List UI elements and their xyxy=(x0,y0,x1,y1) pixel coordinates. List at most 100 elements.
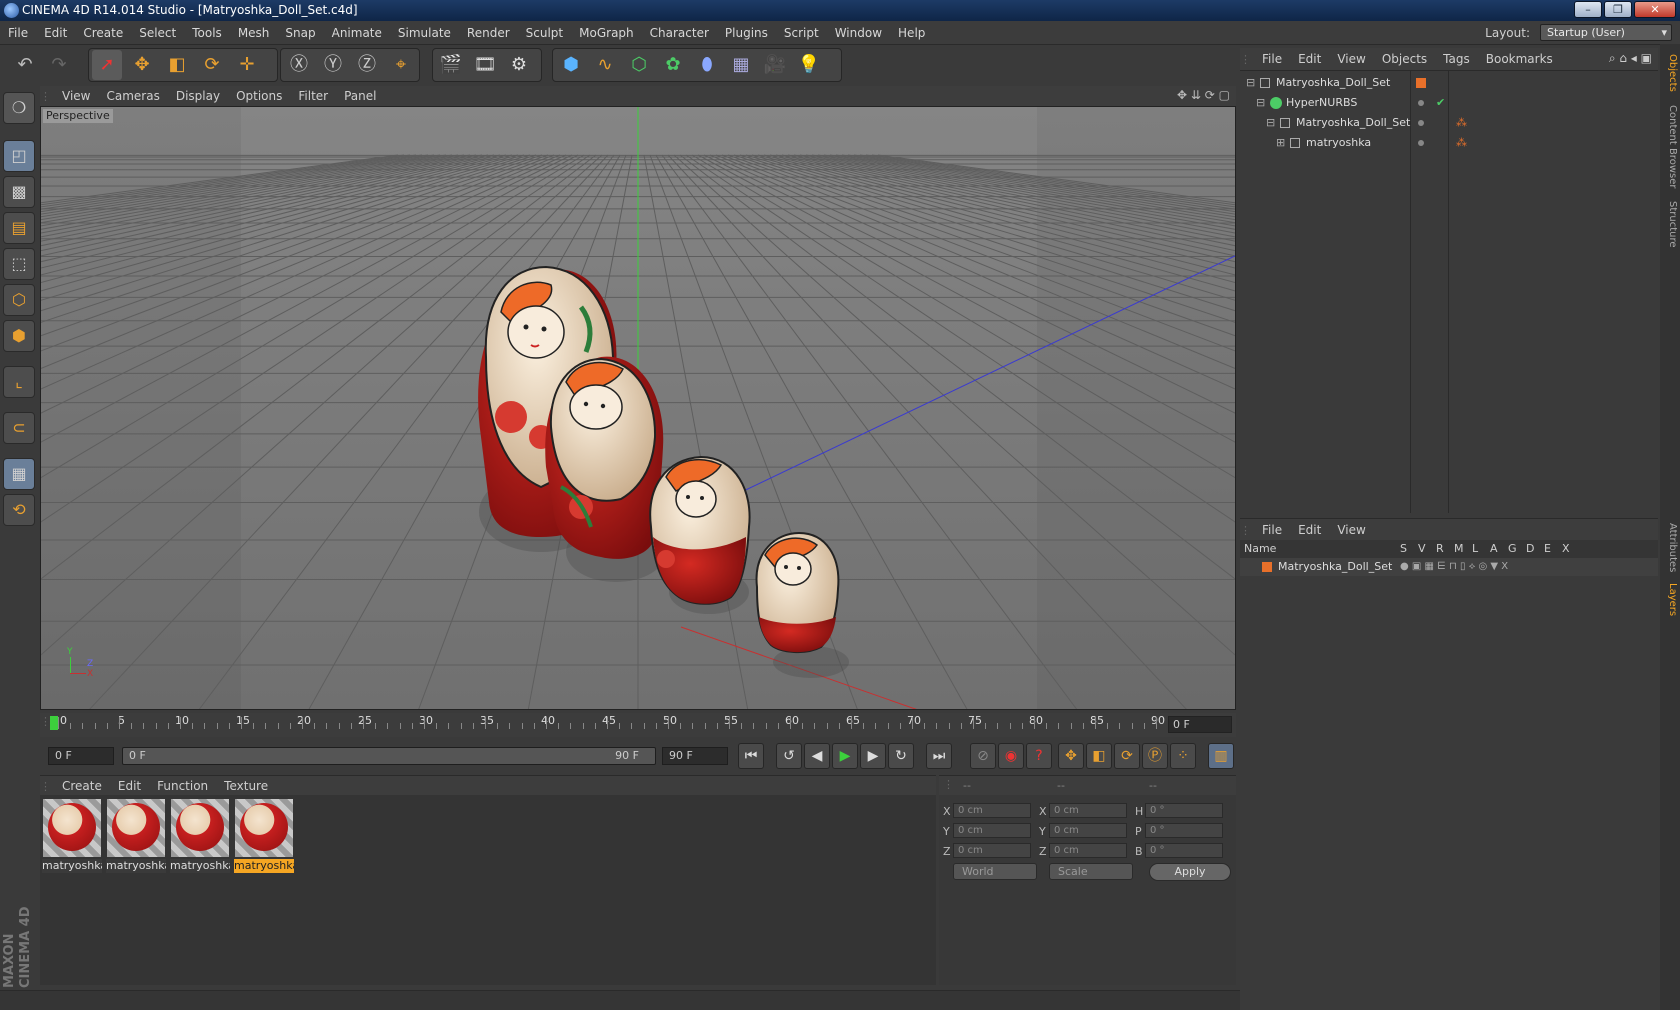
viewport-menu-cameras[interactable]: Cameras xyxy=(98,86,167,106)
collapse-icon[interactable]: ⊟ xyxy=(1256,93,1265,113)
mograph-icon[interactable]: ✿ xyxy=(658,50,688,80)
rotate-icon[interactable]: ⟳ xyxy=(197,50,227,80)
menu-mograph[interactable]: MoGraph xyxy=(571,21,642,45)
object-row[interactable]: ⊟ Matryoshka_Doll_Set ⁂ xyxy=(1240,113,1658,133)
object-row[interactable]: ⊟ HyperNURBS ✔ xyxy=(1240,93,1658,113)
render-settings-icon[interactable]: ⚙ xyxy=(504,50,534,80)
rotation-b-field[interactable]: 0 ° xyxy=(1145,843,1223,858)
viewport-menu-filter[interactable]: Filter xyxy=(290,86,336,106)
menu-character[interactable]: Character xyxy=(642,21,717,45)
layer-menu-view[interactable]: View xyxy=(1329,519,1373,541)
previous-key-icon[interactable]: ↺ xyxy=(776,743,802,769)
position-z-field[interactable]: 0 cm xyxy=(953,843,1031,858)
autokey-icon[interactable]: ◉ xyxy=(998,743,1024,769)
menu-window[interactable]: Window xyxy=(827,21,890,45)
minimize-button[interactable]: – xyxy=(1574,1,1602,18)
move-icon[interactable]: ✥ xyxy=(127,50,157,80)
tab-attributes[interactable]: Attributes xyxy=(1662,520,1678,576)
visibility-dot-icon[interactable] xyxy=(1418,140,1424,146)
viewport-menu-panel[interactable]: Panel xyxy=(336,86,384,106)
object-menu-view[interactable]: View xyxy=(1329,48,1373,70)
go-to-end-icon[interactable]: ⏭ xyxy=(926,743,952,769)
z-axis-icon[interactable]: Ⓩ xyxy=(352,50,382,80)
coord-system-dropdown[interactable]: World xyxy=(953,863,1037,880)
tab-layers[interactable]: Layers xyxy=(1662,580,1678,620)
deformer-icon[interactable]: ⬮ xyxy=(692,50,722,80)
expand-icon[interactable]: ⊞ xyxy=(1276,133,1285,153)
material-swatch[interactable]: matryoshka xyxy=(106,799,166,873)
layout-select[interactable]: Startup (User) xyxy=(1540,24,1672,41)
key-pla-icon[interactable]: ⁘ xyxy=(1170,743,1196,769)
object-manager-search-icon[interactable]: ⌕ ⌂ ◂ ▣ xyxy=(1609,51,1652,66)
texture-mode-icon[interactable]: ▩ xyxy=(3,176,35,208)
nurbs-icon[interactable]: ⬡ xyxy=(624,50,654,80)
object-menu-tags[interactable]: Tags xyxy=(1435,48,1478,70)
material-swatch[interactable]: matryoshka xyxy=(170,799,230,873)
timeline-window-icon[interactable]: ▥ xyxy=(1208,743,1234,769)
magnet-icon[interactable]: ⊂ xyxy=(3,412,35,444)
camera-icon[interactable]: 🎥 xyxy=(760,50,790,80)
size-x-field[interactable]: 0 cm xyxy=(1049,803,1127,818)
visibility-dot-icon[interactable] xyxy=(1418,100,1424,106)
next-key-icon[interactable]: ↻ xyxy=(888,743,914,769)
polygons-mode-icon[interactable]: ⬢ xyxy=(3,320,35,352)
menu-tools[interactable]: Tools xyxy=(184,21,230,45)
enabled-check-icon[interactable]: ✔ xyxy=(1436,93,1445,113)
timeline-ruler[interactable]: ⋮ 0 5 10 15 20 25 30 35 40 45 50 55 60 6… xyxy=(40,713,1236,737)
light-icon[interactable]: 💡 xyxy=(794,50,824,80)
edges-mode-icon[interactable]: ⬡ xyxy=(3,284,35,316)
tab-objects[interactable]: Objects xyxy=(1662,48,1678,98)
layer-menu-edit[interactable]: Edit xyxy=(1290,519,1329,541)
key-rotation-icon[interactable]: ⟳ xyxy=(1114,743,1140,769)
material-tag-icon[interactable]: ⁂ xyxy=(1456,133,1467,153)
end-frame-field[interactable]: 90 F xyxy=(662,747,728,765)
size-z-field[interactable]: 0 cm xyxy=(1049,843,1127,858)
make-editable-icon[interactable]: ❍ xyxy=(3,92,35,124)
spline-icon[interactable]: ∿ xyxy=(590,50,620,80)
material-swatch[interactable]: matryoshka xyxy=(42,799,102,873)
rotation-p-field[interactable]: 0 ° xyxy=(1145,823,1223,838)
viewport-nav-icons[interactable]: ✥ ⇊ ⟳ ▢ xyxy=(1177,88,1230,102)
coordinate-system-icon[interactable]: ⌖ xyxy=(386,50,416,80)
object-row[interactable]: ⊞ matryoshka ⁂ xyxy=(1240,133,1658,153)
menu-mesh[interactable]: Mesh xyxy=(230,21,278,45)
key-position-icon[interactable]: ✥ xyxy=(1058,743,1084,769)
playhead[interactable] xyxy=(50,716,58,730)
key-scale-icon[interactable]: ◧ xyxy=(1086,743,1112,769)
layer-color-icon[interactable] xyxy=(1262,562,1272,572)
material-menu-texture[interactable]: Texture xyxy=(216,776,276,796)
material-swatch-selected[interactable]: matryoshka xyxy=(234,799,294,873)
collapse-icon[interactable]: ⊟ xyxy=(1266,113,1275,133)
scale-icon[interactable]: ◧ xyxy=(162,50,192,80)
position-x-field[interactable]: 0 cm xyxy=(953,803,1031,818)
size-mode-dropdown[interactable]: Scale xyxy=(1049,863,1133,880)
play-icon[interactable]: ▶ xyxy=(832,743,858,769)
menu-script[interactable]: Script xyxy=(776,21,827,45)
menu-create[interactable]: Create xyxy=(75,21,131,45)
tab-content-browser[interactable]: Content Browser xyxy=(1662,102,1678,192)
visibility-dot-icon[interactable] xyxy=(1418,120,1424,126)
go-to-start-icon[interactable]: ⏮ xyxy=(738,743,764,769)
cube-icon[interactable]: ⬢ xyxy=(556,50,586,80)
size-y-field[interactable]: 0 cm xyxy=(1049,823,1127,838)
locked-workplane-icon[interactable]: ⟲ xyxy=(3,494,35,526)
tab-structure[interactable]: Structure xyxy=(1662,196,1678,252)
menu-render[interactable]: Render xyxy=(459,21,518,45)
frame-range-slider[interactable]: 0 F 90 F xyxy=(122,747,656,765)
redo-icon[interactable]: ↷ xyxy=(44,50,74,80)
floor-icon[interactable]: ▦ xyxy=(726,50,756,80)
material-tag-icon[interactable]: ⁂ xyxy=(1456,113,1467,133)
menu-simulate[interactable]: Simulate xyxy=(390,21,459,45)
viewport-menu-display[interactable]: Display xyxy=(168,86,228,106)
next-frame-icon[interactable]: ▶ xyxy=(860,743,886,769)
collapse-icon[interactable]: ⊟ xyxy=(1246,73,1255,93)
keyframe-selection-icon[interactable]: ? xyxy=(1026,743,1052,769)
layer-menu-file[interactable]: File xyxy=(1254,519,1290,541)
material-menu-edit[interactable]: Edit xyxy=(110,776,149,796)
x-axis-icon[interactable]: Ⓧ xyxy=(284,50,314,80)
workplane-icon[interactable]: ▤ xyxy=(3,212,35,244)
object-menu-file[interactable]: File xyxy=(1254,48,1290,70)
menu-plugins[interactable]: Plugins xyxy=(717,21,776,45)
menu-help[interactable]: Help xyxy=(890,21,933,45)
layer-row[interactable]: Matryoshka_Doll_Set ● ▣ ▦ ⋿ ⊓ ▯ ⟡ ◎ ▼ X xyxy=(1240,558,1658,576)
